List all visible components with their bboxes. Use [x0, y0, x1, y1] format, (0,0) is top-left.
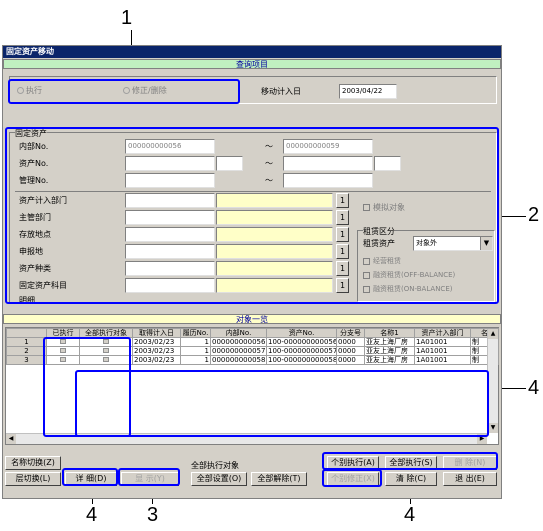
cell-hist: 1 — [180, 346, 211, 356]
cell-date: 2003/02/23 — [132, 355, 181, 365]
col-header[interactable]: 内部No. — [210, 328, 267, 338]
cell-asset: 100-000000000056 — [266, 337, 337, 347]
move-date-label: 移动计入日 — [261, 87, 301, 96]
callout-4-right: 4 — [528, 377, 540, 399]
scroll-up-icon[interactable]: ▲ — [488, 329, 498, 339]
name-switch-button[interactable]: 名称切换(Z) — [5, 456, 61, 470]
cell-date: 2003/02/23 — [132, 346, 181, 356]
corner-cell — [6, 328, 47, 338]
highlight-search-criteria — [5, 127, 499, 304]
cell-branch: 0000 — [336, 346, 365, 356]
callout-1: 1 — [121, 7, 133, 29]
all-set-button[interactable]: 全部设置(O) — [191, 472, 247, 486]
callout-4-bottom: 4 — [404, 504, 416, 526]
list-section-header: 对象一览 — [3, 314, 501, 324]
move-date-input[interactable]: 2003/04/22 — [339, 84, 397, 99]
cell-internal: 000000000057 — [210, 346, 267, 356]
col-header[interactable]: 取得计入日 — [132, 328, 181, 338]
cell-dept: 1A01001 — [414, 346, 471, 356]
cell-asset: 100-000000000057 — [266, 346, 337, 356]
highlight-display-button — [118, 468, 180, 486]
cell-name: 亚友上海厂房 — [364, 355, 415, 365]
cell-date: 2003/02/23 — [132, 337, 181, 347]
cell-hist: 1 — [180, 355, 211, 365]
cell-branch: 0000 — [336, 337, 365, 347]
row-number[interactable]: 1 — [6, 337, 47, 347]
callout-2: 2 — [528, 204, 540, 226]
highlight-mode-radio — [8, 79, 240, 104]
cell-internal: 000000000058 — [210, 355, 267, 365]
highlight-fix-button — [322, 469, 382, 487]
callout-3: 3 — [147, 504, 159, 526]
clear-button[interactable]: 清 除(C) — [385, 472, 437, 486]
cell-branch: 0000 — [336, 355, 365, 365]
callout-2-line — [500, 216, 526, 217]
highlight-detail-button — [62, 468, 118, 486]
cell-name: 亚友上海厂房 — [364, 346, 415, 356]
cell-dept: 1A01001 — [414, 355, 471, 365]
col-header[interactable]: 资产No. — [266, 328, 337, 338]
callout-4-left: 4 — [86, 504, 98, 526]
cell-asset: 100-000000000058 — [266, 355, 337, 365]
scroll-down-icon[interactable]: ▼ — [488, 423, 498, 433]
all-clear-button[interactable]: 全部解除(T) — [251, 472, 307, 486]
cell-name: 亚友上海厂房 — [364, 337, 415, 347]
row-number[interactable]: 3 — [6, 355, 47, 365]
highlight-action-buttons — [322, 452, 498, 470]
layer-switch-button[interactable]: 层切换(L) — [5, 472, 61, 486]
col-header[interactable]: 名称1 — [364, 328, 415, 338]
scroll-left-icon[interactable]: ◀ — [6, 434, 16, 444]
cell-dept: 1A01001 — [414, 337, 471, 347]
cell-internal: 000000000056 — [210, 337, 267, 347]
col-header[interactable]: 履历No. — [180, 328, 211, 338]
row-number[interactable]: 2 — [6, 346, 47, 356]
exit-button[interactable]: 退 出(E) — [443, 472, 497, 486]
col-header[interactable]: 资产计入部门 — [414, 328, 471, 338]
highlight-list-rows — [75, 370, 489, 437]
window-title: 固定资产移动 — [3, 46, 501, 58]
query-section-header: 查询项目 — [3, 59, 501, 69]
col-header[interactable]: 分支号 — [336, 328, 365, 338]
all-exec-target-label: 全部执行对象 — [191, 461, 239, 470]
cell-hist: 1 — [180, 337, 211, 347]
